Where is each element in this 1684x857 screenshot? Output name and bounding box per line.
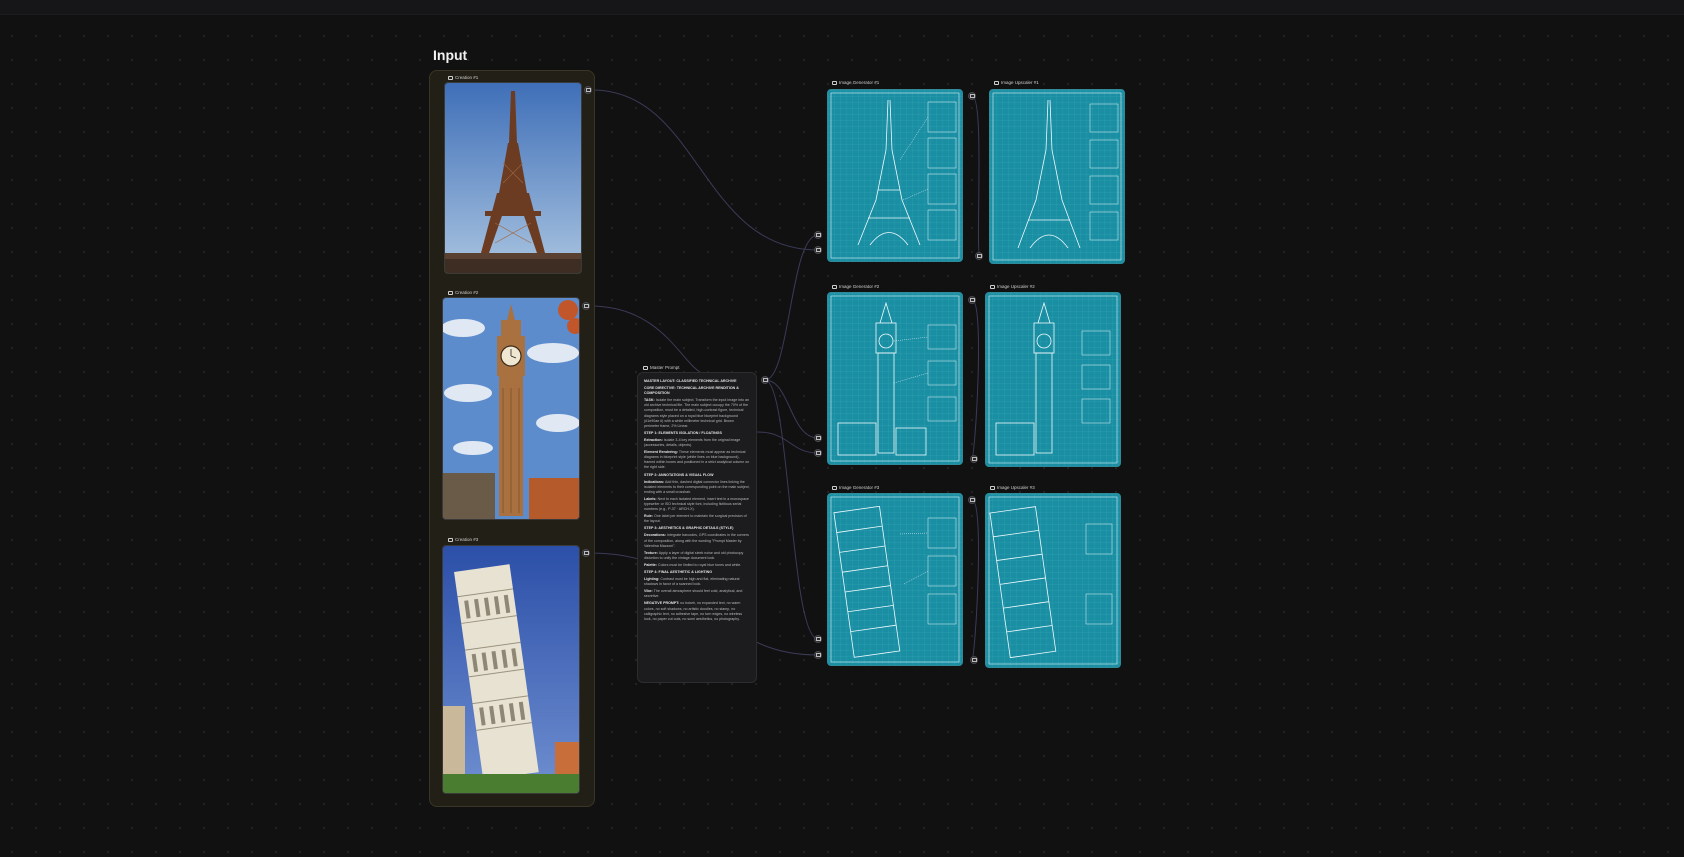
wire-creation1-to-gen1	[591, 89, 819, 251]
creation-2-label: Creation #2	[448, 290, 478, 295]
upscaler-3-input-port[interactable]	[970, 656, 978, 664]
image-node-icon	[832, 485, 837, 490]
big-ben-blueprint	[828, 293, 962, 464]
prompt-paragraph: MASTER LAYOUT: CLASSIFIED TECHNICAL ARCH…	[644, 379, 737, 383]
upscaler-2-output[interactable]	[985, 292, 1121, 467]
pisa-blueprint	[828, 494, 962, 665]
generator-3-output-port[interactable]	[968, 496, 976, 504]
wire-prompt-to-gen2	[764, 379, 819, 439]
creation-1-output-port[interactable]	[584, 86, 592, 94]
image-node-icon	[994, 80, 999, 85]
prompt-paragraph: STEP 3: AESTHETICS & GRAPHIC DETAILS (ST…	[644, 526, 734, 531]
image-node-icon	[448, 537, 453, 542]
generator-1-output-port[interactable]	[968, 92, 976, 100]
generator-3-input-port[interactable]	[814, 635, 822, 643]
generator-3-label: Image Generator #3	[832, 485, 879, 490]
generator-2-input-port[interactable]	[814, 434, 822, 442]
generator-2-image-port[interactable]	[814, 449, 822, 457]
upscaler-1-output[interactable]	[989, 89, 1125, 264]
generator-1-output[interactable]	[827, 89, 963, 262]
creation-3-output-port[interactable]	[582, 549, 590, 557]
image-node-icon	[832, 80, 837, 85]
prompt-paragraph: NEGATIVE PROMPT: no bokeh, no expanded t…	[644, 601, 743, 621]
image-node-icon	[990, 284, 995, 289]
generator-2-label: Image Generator #2	[832, 284, 879, 289]
prompt-paragraph: Vibe: The overall atmosphere should feel…	[644, 589, 743, 599]
creation-2-output-port[interactable]	[582, 302, 590, 310]
wire-gen1-to-up1	[971, 95, 981, 257]
creation-1-image[interactable]	[444, 82, 582, 274]
eiffel-blueprint-upscaled	[990, 90, 1124, 263]
creation-1-label: Creation #1	[448, 75, 478, 80]
generator-1-label: Image Generator #1	[832, 80, 879, 85]
prompt-paragraph: Extraction: Isolate 3-4 key elements fro…	[644, 437, 741, 448]
prompt-paragraph: Element Rendering: These elements must a…	[644, 450, 750, 470]
prompt-paragraph: Texture: Apply a layer of digital sleek …	[644, 550, 744, 560]
prompt-paragraph: STEP 1: ELEMENTS ISOLATION / FLOATINGS	[644, 430, 722, 435]
image-node-icon	[448, 75, 453, 80]
prompt-paragraph: STEP 2: ANNOTATIONS & VISUAL FLOW	[644, 472, 714, 477]
workflow-canvas[interactable]: Input Creation #1 Creation #2 Creation #…	[0, 0, 1684, 857]
upscaler-2-label: Image Upscaler #2	[990, 284, 1035, 289]
upscaler-3-label: Image Upscaler #3	[990, 485, 1035, 490]
prompt-paragraph: Indications: Add thin, dashed digital co…	[644, 479, 750, 494]
master-prompt-node[interactable]: MASTER LAYOUT: CLASSIFIED TECHNICAL ARCH…	[637, 372, 757, 683]
upscaler-1-input-port[interactable]	[975, 252, 983, 260]
group-title: Input	[433, 47, 468, 63]
wire-prompt-to-gen3	[764, 379, 819, 640]
eiffel-tower-photo	[445, 83, 581, 273]
generator-2-output-port[interactable]	[968, 296, 976, 304]
image-node-icon	[832, 284, 837, 289]
prompt-paragraph: CORE DIRECTIVE: TECHNICAL ARCHIVE RENDIT…	[644, 386, 739, 396]
prompt-paragraph: Labels: Next to each isolated element, i…	[644, 496, 749, 512]
wire-gen2-to-up2	[971, 299, 979, 459]
wire-creation2-to-prompt	[589, 305, 701, 373]
prompt-paragraph: Lighting: Contrast must be high and flat…	[644, 577, 740, 587]
prompt-paragraph: Decorations: Integrate barcodes, GPS coo…	[644, 533, 749, 548]
wire-prompt-to-gen1	[764, 234, 819, 381]
text-node-icon	[643, 365, 648, 370]
generator-3-image-port[interactable]	[814, 651, 822, 659]
pisa-tower-photo	[443, 546, 579, 793]
image-node-icon	[448, 290, 453, 295]
upscaler-3-output[interactable]	[985, 493, 1121, 668]
prompt-output-port[interactable]	[761, 376, 769, 384]
upscaler-2-input-port[interactable]	[970, 455, 978, 463]
creation-3-label: Creation #3	[448, 537, 478, 542]
upscaler-1-label: Image Upscaler #1	[994, 80, 1039, 85]
creation-2-image[interactable]	[442, 297, 580, 520]
generator-2-output[interactable]	[827, 292, 963, 465]
creation-3-image[interactable]	[442, 545, 580, 794]
generator-1-input-port[interactable]	[814, 231, 822, 239]
wire-gen3-to-up3	[971, 499, 979, 661]
eiffel-blueprint	[828, 90, 962, 261]
big-ben-blueprint-upscaled	[986, 293, 1120, 466]
prompt-paragraph: Rule: One label per element to maintain …	[644, 514, 747, 524]
big-ben-photo	[443, 298, 579, 519]
pisa-blueprint-upscaled	[986, 494, 1120, 667]
prompt-paragraph: STEP 4: FINAL AESTHETIC & LIGHTING	[644, 570, 713, 574]
generator-1-image-port[interactable]	[814, 246, 822, 254]
image-node-icon	[990, 485, 995, 490]
prompt-paragraph: Palette: Colors must be limited to royal…	[644, 562, 742, 567]
prompt-node-label: Master Prompt	[643, 365, 680, 370]
generator-3-output[interactable]	[827, 493, 963, 666]
prompt-paragraph: TASK: Isolate the main subject. Transfor…	[644, 398, 750, 428]
